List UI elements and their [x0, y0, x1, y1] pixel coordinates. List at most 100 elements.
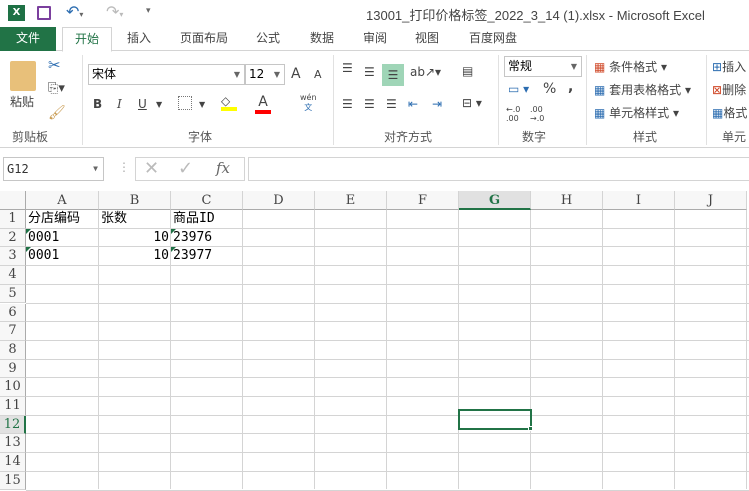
row-header-4[interactable]: 4 [0, 266, 26, 285]
number-format-select[interactable]: 常规 ▼ [504, 56, 582, 77]
column-header-F[interactable]: F [387, 191, 459, 210]
cut-icon[interactable]: ✂ [48, 56, 61, 74]
undo-icon[interactable]: ↶▾ [66, 2, 83, 21]
tab-data[interactable]: 数据 [300, 27, 344, 51]
tab-review[interactable]: 审阅 [353, 27, 397, 51]
underline-button[interactable]: U [138, 97, 147, 111]
align-bottom-icon[interactable]: ☰ [382, 64, 404, 86]
tab-page-layout[interactable]: 页面布局 [172, 27, 236, 51]
align-center-icon[interactable]: ☰ [364, 97, 375, 111]
cell-B2[interactable]: 10 [99, 229, 169, 247]
shrink-font-button[interactable]: A [314, 68, 322, 81]
row-header-3[interactable]: 3 [0, 247, 26, 267]
comma-button[interactable]: , [568, 79, 573, 95]
row-header-5[interactable]: 5 [0, 284, 26, 304]
tab-insert[interactable]: 插入 [116, 27, 162, 51]
row-header-15[interactable]: 15 [0, 471, 26, 491]
decrease-indent-icon[interactable]: ⇤ [408, 97, 418, 111]
align-middle-icon[interactable]: ☰ [364, 65, 375, 79]
align-right-icon[interactable]: ☰ [386, 97, 397, 111]
tab-formulas[interactable]: 公式 [246, 27, 290, 51]
underline-dropdown-icon[interactable]: ▼ [156, 100, 162, 109]
borders-icon[interactable] [178, 96, 192, 110]
orientation-icon[interactable]: ab↗▾ [410, 65, 441, 79]
phonetic-icon[interactable]: wén 文 [300, 93, 317, 113]
redo-icon[interactable]: ↷▾ [106, 2, 123, 21]
tab-baidu-netdisk[interactable]: 百度网盘 [458, 27, 528, 51]
select-all-corner[interactable] [0, 191, 26, 210]
font-color-button[interactable]: A [255, 94, 271, 114]
column-header-A[interactable]: A [26, 191, 99, 210]
row-header-2[interactable]: 2 [0, 228, 26, 248]
align-left-icon[interactable]: ☰ [342, 97, 353, 111]
format-painter-icon[interactable]: 🖌 [48, 105, 66, 121]
tab-file[interactable]: 文件 [0, 27, 56, 51]
borders-dropdown-icon[interactable]: ▼ [199, 100, 205, 109]
fill-handle[interactable] [528, 426, 533, 431]
font-name-value: 宋体 [92, 67, 117, 81]
merge-center-icon[interactable]: ⊟ ▾ [462, 96, 482, 110]
cell-C2[interactable]: 23976 [173, 229, 212, 247]
name-box-value: G12 [7, 162, 29, 176]
insert-function-button[interactable]: fx [216, 159, 230, 177]
fill-color-icon[interactable]: ◇ [221, 94, 237, 111]
row-header-6[interactable]: 6 [0, 303, 26, 323]
font-name-select[interactable]: 宋体 ▼ [88, 64, 245, 85]
row-header-1[interactable]: 1 [0, 210, 26, 229]
name-box[interactable]: G12 ▼ [3, 157, 104, 181]
row-header-12[interactable]: 12 [0, 415, 26, 435]
column-header-G[interactable]: G [459, 191, 531, 210]
column-header-B[interactable]: B [99, 191, 171, 210]
bold-button[interactable]: B [93, 97, 102, 111]
copy-icon[interactable]: ⎘▾ [48, 81, 65, 96]
conditional-formatting-button[interactable]: ▦ 条件格式 ▾ [594, 58, 667, 75]
row-header-9[interactable]: 9 [0, 359, 26, 379]
column-header-E[interactable]: E [315, 191, 387, 210]
formula-bar: G12 ▼ ⋮ ✕ ✓ fx [0, 156, 749, 183]
grow-font-button[interactable]: A [291, 66, 301, 82]
align-top-icon[interactable]: ☰ [342, 61, 353, 75]
cell-B3[interactable]: 10 [99, 247, 169, 265]
delete-cells-button[interactable]: ⊠删除 [712, 81, 746, 98]
row-header-13[interactable]: 13 [0, 434, 26, 454]
cell-B1[interactable]: 张数 [101, 210, 127, 228]
italic-button[interactable]: I [117, 97, 122, 111]
percent-button[interactable]: % [543, 81, 556, 97]
customize-qat-icon[interactable]: ▾ [146, 6, 151, 16]
cancel-icon[interactable]: ✕ [144, 158, 159, 179]
cell-A3[interactable]: 0001 [28, 247, 59, 265]
selected-cell[interactable] [458, 409, 532, 430]
paste-button[interactable]: 粘贴 [10, 93, 34, 110]
row-header-8[interactable]: 8 [0, 340, 26, 360]
decrease-decimal-button[interactable]: .00 →.0 [530, 105, 548, 123]
increase-decimal-button[interactable]: ←.0 .00 [506, 105, 524, 123]
tab-home[interactable]: 开始 [62, 27, 112, 52]
accounting-format-icon[interactable]: ▭ ▾ [508, 82, 529, 96]
formula-bar-grip-icon[interactable]: ⋮ [118, 160, 130, 174]
paste-icon[interactable] [10, 61, 36, 91]
column-header-J[interactable]: J [675, 191, 747, 210]
column-header-I[interactable]: I [603, 191, 675, 210]
save-icon[interactable] [37, 6, 51, 20]
row-header-14[interactable]: 14 [0, 453, 26, 472]
format-as-table-button[interactable]: ▦ 套用表格格式 ▾ [594, 81, 691, 98]
format-cells-button[interactable]: ▦格式 [712, 104, 747, 121]
column-header-H[interactable]: H [531, 191, 603, 210]
tab-view[interactable]: 视图 [405, 27, 449, 51]
formula-input[interactable] [248, 157, 749, 181]
column-header-D[interactable]: D [243, 191, 315, 210]
insert-cells-button[interactable]: ⊞插入 [712, 58, 746, 75]
row-header-7[interactable]: 7 [0, 322, 26, 341]
row-header-11[interactable]: 11 [0, 397, 26, 416]
font-size-select[interactable]: 12 ▼ [245, 64, 285, 85]
cell-C1[interactable]: 商品ID [173, 210, 215, 228]
increase-indent-icon[interactable]: ⇥ [432, 97, 442, 111]
cell-styles-button[interactable]: ▦ 单元格样式 ▾ [594, 104, 679, 121]
cell-C3[interactable]: 23977 [173, 247, 212, 265]
column-header-C[interactable]: C [171, 191, 243, 210]
wrap-text-icon[interactable]: ▤ [462, 64, 473, 78]
row-header-10[interactable]: 10 [0, 378, 26, 397]
enter-icon[interactable]: ✓ [178, 158, 193, 179]
cell-A1[interactable]: 分店编码 [28, 210, 80, 228]
cell-A2[interactable]: 0001 [28, 229, 59, 247]
